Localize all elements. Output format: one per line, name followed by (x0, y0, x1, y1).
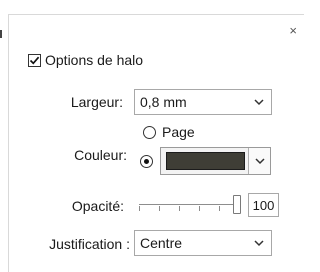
slider-tick (219, 206, 220, 211)
largeur-dropdown[interactable]: 0,8 mm (134, 89, 272, 115)
chevron-down-icon (254, 240, 264, 247)
halo-checkbox[interactable] (28, 53, 41, 67)
color-picker-button[interactable] (160, 147, 271, 175)
halo-title: Options de halo (45, 52, 144, 68)
couleur-page-radio[interactable] (143, 126, 156, 139)
slider-track (139, 204, 241, 205)
color-dropdown-arrow[interactable] (248, 148, 270, 174)
largeur-value: 0,8 mm (140, 94, 187, 110)
halo-toggle[interactable]: Options de halo (28, 52, 143, 68)
panel-edge-marker (0, 30, 2, 38)
slider-thumb[interactable] (233, 195, 241, 214)
check-icon (29, 56, 40, 65)
chevron-down-icon (255, 158, 265, 165)
opacite-label: Opacité: (71, 198, 124, 214)
justification-label: Justification : (49, 236, 130, 252)
justification-dropdown[interactable]: Centre (134, 230, 272, 256)
color-swatch (166, 152, 245, 170)
chevron-down-icon (254, 99, 264, 106)
justification-value: Centre (140, 235, 183, 251)
close-icon[interactable]: × (289, 24, 297, 37)
slider-tick (199, 206, 200, 211)
slider-tick (159, 206, 160, 211)
couleur-page-label: Page (162, 124, 195, 140)
slider-tick (139, 206, 140, 211)
opacite-slider[interactable] (139, 195, 241, 215)
couleur-custom-radio[interactable] (140, 155, 153, 168)
couleur-label: Couleur: (74, 147, 127, 163)
opacite-input[interactable]: 100 (248, 193, 279, 217)
slider-tick (179, 206, 180, 211)
opacite-value: 100 (252, 197, 275, 213)
largeur-label: Largeur: (70, 94, 123, 110)
